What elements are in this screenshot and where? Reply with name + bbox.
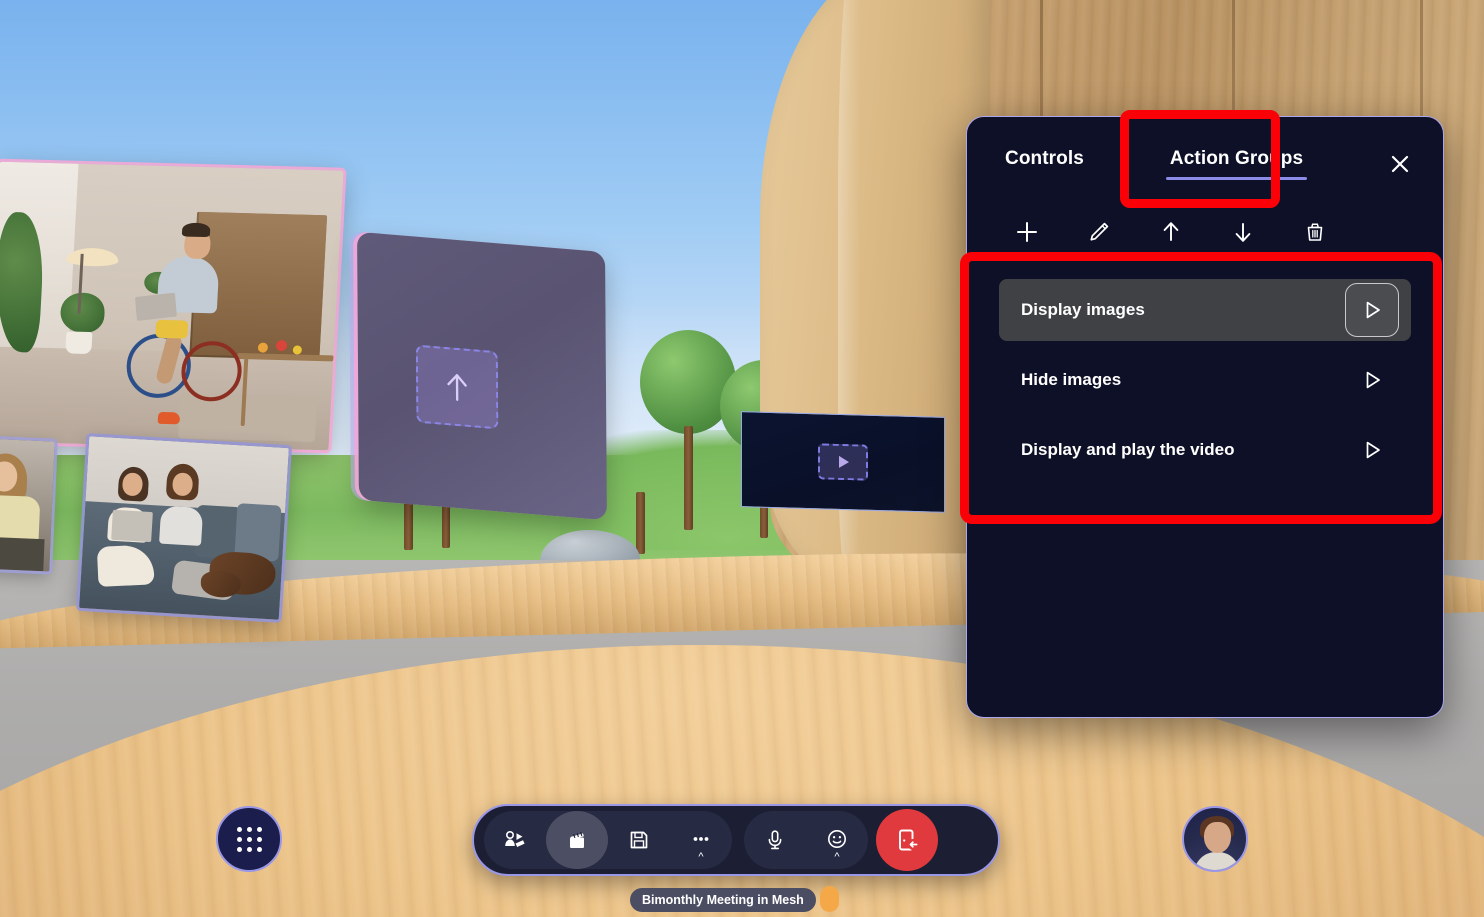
play-action-group-button[interactable] (1345, 353, 1399, 407)
reactions-button[interactable]: ^ (806, 811, 868, 869)
meeting-name-chip: Bimonthly Meeting in Mesh (630, 888, 816, 912)
leave-meeting-button[interactable] (876, 809, 938, 871)
more-options-button[interactable]: ^ (670, 811, 732, 869)
action-group-label: Display images (1021, 300, 1145, 319)
photo-woman-scene (0, 438, 55, 572)
arrow-up-icon (1163, 222, 1179, 241)
play-action-group-button[interactable] (1345, 283, 1399, 337)
plus-icon (1017, 222, 1037, 242)
video-upload-placeholder[interactable] (818, 443, 868, 481)
image-upload-placeholder[interactable] (415, 344, 499, 430)
avatar-body (1194, 852, 1240, 870)
meeting-toolbar: ^ ^ (472, 804, 1000, 876)
chevron-up-icon: ^ (834, 851, 840, 863)
photo-sofa-friends[interactable] (79, 436, 289, 620)
arrow-down-icon (1235, 223, 1251, 242)
action-group-row[interactable]: Display and play the video (999, 419, 1411, 481)
avatar-face (1204, 822, 1231, 853)
microphone-button[interactable] (744, 811, 806, 869)
share-content-icon (505, 831, 525, 847)
tab-action-groups[interactable]: Action Groups (1165, 138, 1308, 182)
empty-video-board[interactable] (741, 411, 945, 513)
clapperboard-icon (570, 832, 584, 848)
action-group-label: Hide images (1021, 370, 1122, 389)
edit-group-button[interactable] (1063, 210, 1135, 254)
chevron-up-icon: ^ (698, 851, 704, 863)
leave-door-icon (899, 829, 920, 851)
empty-image-board[interactable] (357, 231, 607, 521)
play-icon (1366, 441, 1380, 459)
app-launcher-button[interactable] (216, 806, 282, 872)
ellipsis-icon (693, 837, 709, 841)
toolbar-group-content: ^ (484, 811, 732, 869)
save-button[interactable] (608, 811, 670, 869)
share-content-button[interactable] (484, 811, 546, 869)
tab-controls[interactable]: Controls (1001, 138, 1088, 182)
grid-dots-icon (236, 826, 262, 852)
arrow-up-icon (447, 374, 467, 401)
trash-icon (1307, 223, 1323, 241)
screen: Controls Action Groups Display images Hi… (0, 0, 1484, 917)
delete-group-button[interactable] (1279, 210, 1351, 254)
panel-tabs: Controls Action Groups (967, 117, 1443, 203)
toolbar-group-audio: ^ (744, 811, 868, 869)
microphone-icon (768, 830, 782, 850)
action-group-row[interactable]: Hide images (999, 349, 1411, 411)
meeting-status-indicator (820, 886, 839, 912)
pencil-icon (1090, 222, 1109, 241)
action-group-label: Display and play the video (1021, 440, 1235, 459)
move-down-button[interactable] (1207, 210, 1279, 254)
photo-sofa-scene (79, 436, 289, 620)
play-icon (1366, 371, 1380, 389)
save-icon (630, 831, 648, 849)
play-icon (1366, 301, 1380, 319)
avatar[interactable] (1182, 806, 1248, 872)
close-button[interactable] (1383, 147, 1417, 181)
action-group-row[interactable]: Display images (999, 279, 1411, 341)
photo-woman[interactable] (0, 438, 55, 572)
action-groups-list: Display images Hide images Display and p… (985, 269, 1425, 515)
smiley-icon (828, 830, 846, 848)
add-group-button[interactable] (991, 210, 1063, 254)
play-action-group-button[interactable] (1345, 423, 1399, 477)
photo-room-scene (0, 161, 344, 451)
photo-wheelchair-user[interactable] (0, 161, 344, 451)
action-groups-panel: Controls Action Groups Display images Hi… (966, 116, 1444, 718)
play-icon (839, 455, 849, 468)
scenes-button[interactable] (546, 811, 608, 869)
close-icon (1391, 155, 1409, 173)
move-up-button[interactable] (1135, 210, 1207, 254)
action-groups-toolbar (967, 203, 1443, 261)
